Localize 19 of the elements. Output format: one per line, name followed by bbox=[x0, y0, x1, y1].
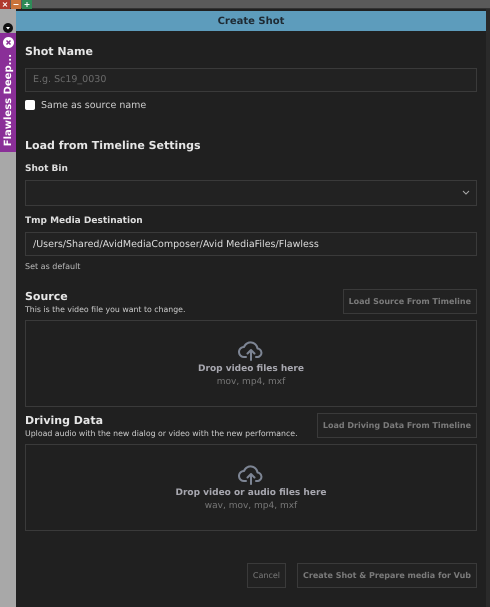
shot-name-field[interactable]: E.g. Sc19_0030 bbox=[25, 68, 477, 92]
tab-label: Flawless Deep... bbox=[2, 54, 14, 146]
file-formats: mov, mp4, mxf bbox=[216, 376, 286, 386]
section-heading: Shot Name bbox=[25, 45, 94, 58]
drop-label: Drop video files here bbox=[198, 364, 304, 374]
dialog-title: Create Shot bbox=[16, 11, 486, 31]
drop-zone[interactable]: Drop video or audio files here wav, mov, mp4, mxf bbox=[25, 444, 477, 531]
section-heading: Source bbox=[25, 290, 69, 303]
checkbox-label: Same as source name bbox=[41, 100, 146, 110]
section-heading: Load from Timeline Settings bbox=[25, 138, 202, 152]
drop-label: Drop video or audio files here bbox=[176, 488, 326, 498]
file-formats: wav, mov, mp4, mxf bbox=[204, 500, 298, 510]
drop-zone[interactable]: Drop video files here mov, mp4, mxf bbox=[25, 320, 477, 407]
field-label: Tmp Media Destination bbox=[25, 216, 144, 226]
set-default-link[interactable]: Set as default bbox=[25, 262, 80, 271]
side-tab[interactable]: Flawless Deep... bbox=[0, 33, 16, 152]
media-destination-field[interactable]: /Users/Shared/AvidMediaComposer/Avid MediaFiles/Flawless bbox=[25, 232, 477, 256]
field-label: Shot Bin bbox=[25, 164, 69, 174]
section-heading: Driving Data bbox=[25, 414, 104, 427]
